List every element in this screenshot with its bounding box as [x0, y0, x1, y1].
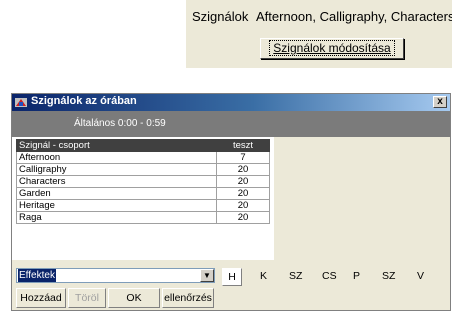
table-row[interactable]: Raga 20: [16, 211, 270, 224]
table-row[interactable]: Heritage 20: [16, 199, 270, 212]
row-value[interactable]: 7: [216, 151, 270, 164]
column-header-test[interactable]: teszt: [216, 139, 270, 152]
day-letter-sz-2[interactable]: SZ: [382, 270, 395, 282]
signals-label: Szignálok: [192, 9, 249, 24]
column-header-group[interactable]: Szignál - csoport: [16, 139, 217, 152]
summary-text: Általános 0:00 - 0:59: [74, 118, 166, 129]
group-select-value: Effektek: [18, 269, 56, 282]
day-letter-v[interactable]: V: [417, 270, 424, 282]
check-button[interactable]: ellenőrzés: [162, 288, 214, 308]
signals-table: Szignál - csoport teszt Afternoon 7 Call…: [16, 139, 270, 224]
day-letter-k[interactable]: K: [260, 270, 267, 282]
summary-bar: Általános 0:00 - 0:59: [12, 111, 450, 137]
signals-grid-area: Szignál - csoport teszt Afternoon 7 Call…: [12, 137, 274, 260]
row-name[interactable]: Raga: [16, 211, 217, 224]
window-title: Szignálok az órában: [31, 95, 137, 107]
table-row[interactable]: Afternoon 7: [16, 151, 270, 164]
table-row[interactable]: Garden 20: [16, 187, 270, 200]
title-bar[interactable]: Szignálok az órában x: [12, 94, 450, 111]
row-value[interactable]: 20: [216, 187, 270, 200]
row-value[interactable]: 20: [216, 163, 270, 176]
row-value[interactable]: 20: [216, 199, 270, 212]
group-select[interactable]: Effektek ▼: [16, 268, 215, 283]
table-row[interactable]: Characters 20: [16, 175, 270, 188]
add-button[interactable]: Hozzáad: [16, 288, 66, 308]
app-icon: [15, 98, 27, 107]
delete-button[interactable]: Töröl: [68, 288, 106, 308]
row-name[interactable]: Calligraphy: [16, 163, 217, 176]
day-letter-p[interactable]: P: [353, 270, 360, 282]
chevron-down-icon[interactable]: ▼: [200, 269, 214, 282]
day-letter-cs[interactable]: CS: [322, 270, 337, 282]
ok-button[interactable]: OK: [108, 288, 160, 308]
table-row[interactable]: Calligraphy 20: [16, 163, 270, 176]
signals-panel: Szignálok Afternoon, Calligraphy, Charac…: [186, 0, 452, 68]
row-name[interactable]: Heritage: [16, 199, 217, 212]
day-letter-h[interactable]: H: [222, 268, 242, 286]
row-value[interactable]: 20: [216, 175, 270, 188]
row-name[interactable]: Characters: [16, 175, 217, 188]
row-value[interactable]: 20: [216, 211, 270, 224]
modify-signals-button[interactable]: Szignálok módosítása: [260, 38, 404, 59]
modify-signals-button-label: Szignálok módosítása: [269, 40, 395, 56]
signals-in-hour-window: Szignálok az órában x Általános 0:00 - 0…: [11, 93, 451, 311]
close-icon[interactable]: x: [433, 96, 447, 108]
signals-value: Afternoon, Calligraphy, Characters: [256, 9, 452, 24]
row-name[interactable]: Garden: [16, 187, 217, 200]
table-header-row: Szignál - csoport teszt: [16, 139, 270, 152]
row-name[interactable]: Afternoon: [16, 151, 217, 164]
day-letter-sz[interactable]: SZ: [289, 270, 302, 282]
